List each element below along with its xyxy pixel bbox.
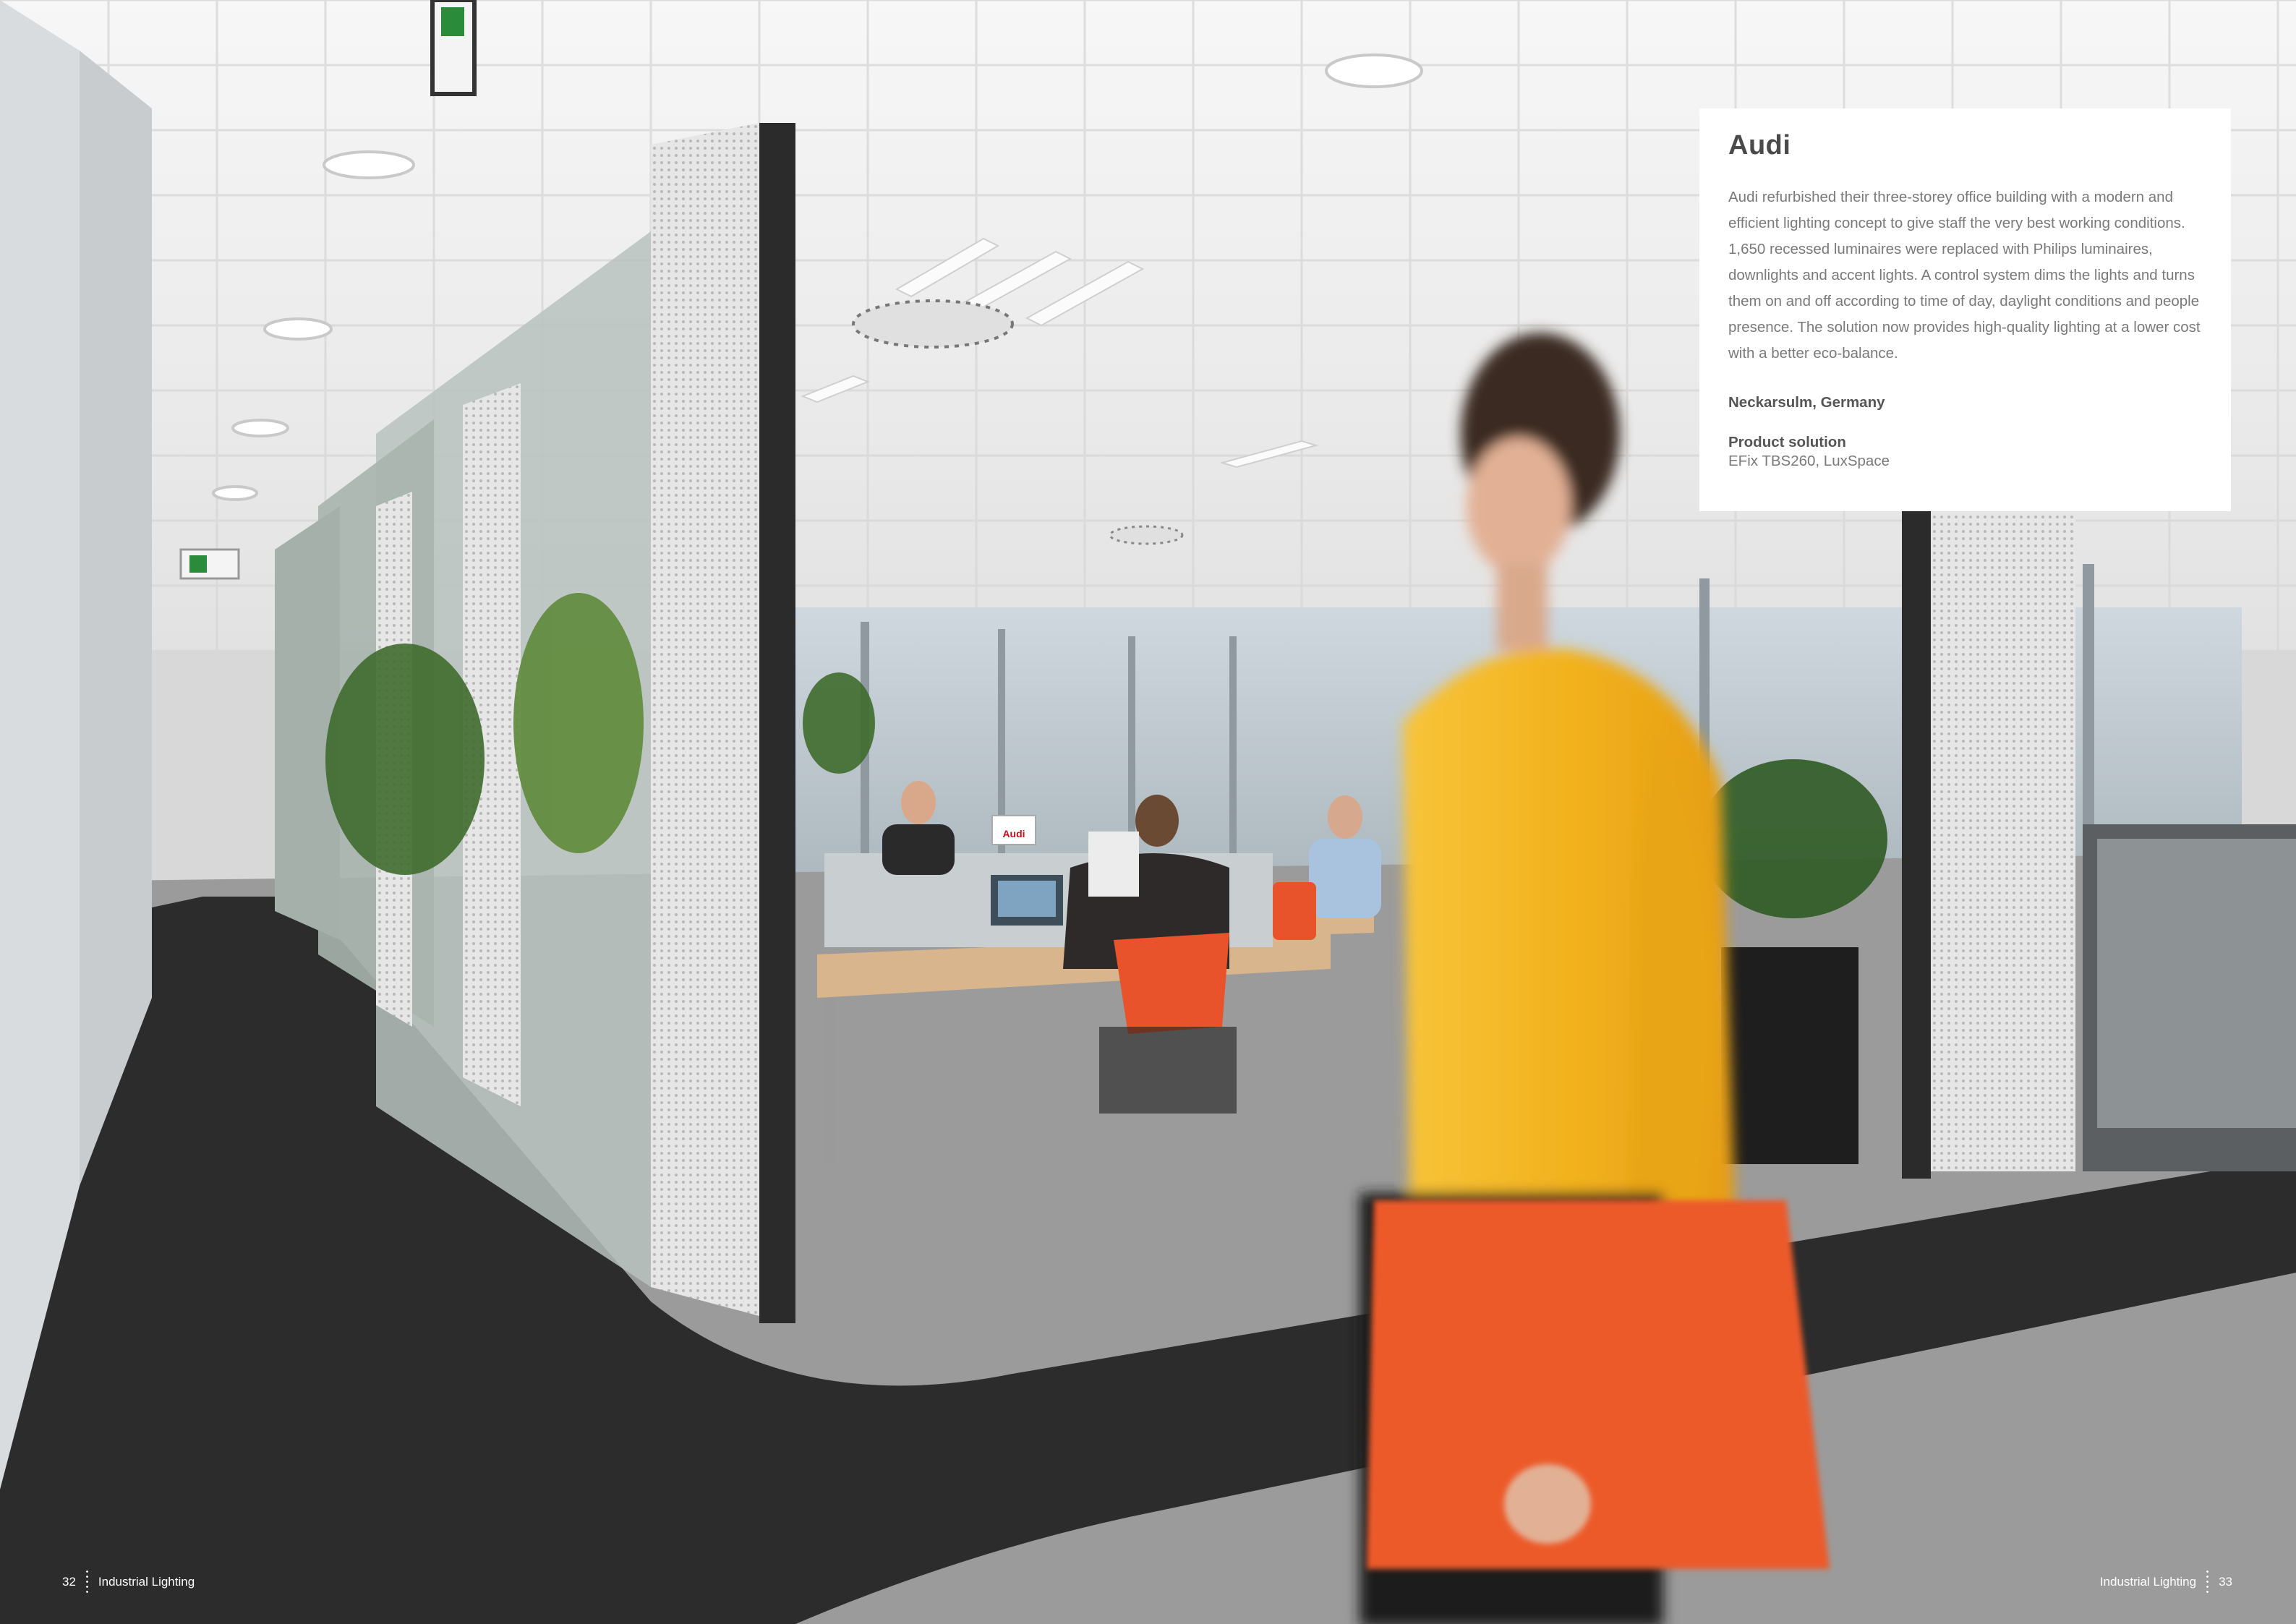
project-title: Audi <box>1728 130 1791 161</box>
page-number-left: 32 <box>62 1575 76 1589</box>
orange-folder <box>1367 1200 1830 1569</box>
air-diffuser <box>852 299 1014 349</box>
footer-right: Industrial Lighting 33 <box>2100 1569 2232 1595</box>
project-location: Neckarsulm, Germany <box>1728 394 1885 411</box>
page-number-right: 33 <box>2219 1575 2232 1589</box>
audi-sign-text: Audi <box>1002 828 1025 839</box>
project-description: Audi refurbished their three-storey offi… <box>1728 189 2201 362</box>
product-solution-value: EFix TBS260, LuxSpace <box>1728 453 1890 469</box>
dotted-divider-left <box>85 1569 88 1595</box>
woman-hand <box>1504 1464 1591 1544</box>
dotted-divider-right <box>2206 1569 2209 1595</box>
footer-left: 32 Industrial Lighting <box>62 1569 195 1595</box>
project-info-card: Audi Audi refurbished their three-storey… <box>1699 108 2231 511</box>
product-solution-label: Product solution <box>1728 434 1846 450</box>
section-name-right: Industrial Lighting <box>2099 1575 2197 1589</box>
section-name-left: Industrial Lighting <box>98 1575 195 1589</box>
